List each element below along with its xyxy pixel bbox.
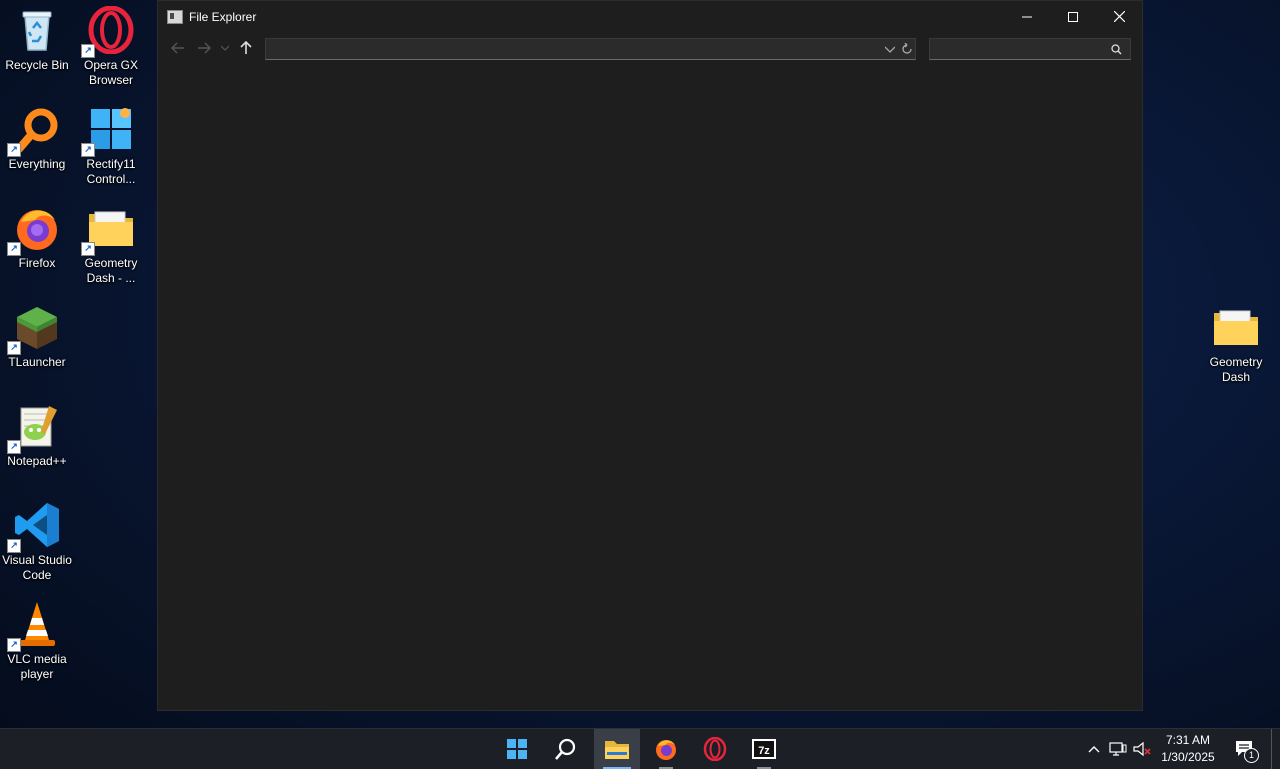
notepad-plus-plus-icon: ↗: [7, 402, 61, 454]
minecraft-grass-block-icon: ↗: [7, 303, 61, 355]
opera-gx-icon: ↗: [81, 5, 135, 58]
opera-gx-icon: [703, 737, 727, 761]
file-list-area[interactable]: [158, 65, 1142, 710]
7zip-label: 7z: [758, 745, 770, 757]
maximize-button[interactable]: [1050, 1, 1096, 32]
windows-logo-icon: ↗: [81, 105, 135, 157]
shortcut-arrow-icon: ↗: [7, 341, 21, 355]
chevron-up-icon: [1088, 746, 1100, 753]
start-button[interactable]: [494, 729, 540, 769]
back-button[interactable]: [165, 36, 191, 60]
arrow-up-icon: [240, 41, 252, 54]
desktop-icon-label: Everything: [8, 157, 66, 171]
title-bar[interactable]: File Explorer: [158, 1, 1142, 32]
taskbar-clock[interactable]: 7:31 AM 1/30/2025: [1157, 732, 1219, 766]
chevron-down-icon[interactable]: [885, 46, 895, 53]
desktop-icon-vscode[interactable]: ↗ Visual Studio Code: [0, 501, 74, 583]
desktop-icon-label: TLauncher: [8, 355, 66, 369]
notification-center-button[interactable]: 1: [1230, 729, 1260, 769]
file-explorer-app-icon: [167, 9, 183, 24]
everything-search-icon: ↗: [7, 105, 61, 157]
close-icon: [1113, 11, 1125, 22]
desktop-icon-tlauncher[interactable]: ↗ TLauncher: [0, 303, 74, 370]
desktop-icon-geometry-dash-folder[interactable]: Geometry Dash: [1199, 303, 1273, 385]
shortcut-arrow-icon: ↗: [7, 242, 21, 256]
address-bar[interactable]: [265, 38, 916, 60]
taskbar-search-button[interactable]: [543, 729, 589, 769]
show-desktop-button[interactable]: [1271, 729, 1280, 769]
file-explorer-window[interactable]: File Explorer: [157, 0, 1143, 711]
volume-button[interactable]: [1130, 729, 1154, 769]
chevron-down-icon: [221, 45, 229, 51]
desktop-icon-label: Recycle Bin: [5, 58, 69, 72]
desktop-icon-recycle-bin[interactable]: Recycle Bin: [0, 6, 74, 73]
network-icon: [1109, 742, 1127, 756]
window-controls: [1004, 1, 1142, 32]
desktop-icon-opera-gx[interactable]: ↗ Opera GX Browser: [74, 5, 148, 88]
desktop-icon-everything[interactable]: ↗ Everything: [0, 105, 74, 172]
desktop-icon-notepadpp[interactable]: ↗ Notepad++: [0, 402, 74, 469]
close-button[interactable]: [1096, 1, 1142, 32]
recent-locations-button[interactable]: [217, 36, 233, 60]
taskbar-file-explorer-button[interactable]: [594, 729, 640, 769]
desktop-icon-label: Firefox: [18, 256, 56, 270]
forward-button[interactable]: [191, 36, 217, 60]
taskbar-firefox-button[interactable]: [643, 729, 689, 769]
window-title: File Explorer: [189, 9, 257, 24]
shortcut-arrow-icon: ↗: [81, 44, 95, 58]
7zip-icon: 7z: [752, 739, 776, 759]
desktop-icon-label: Opera GX Browser: [83, 58, 139, 87]
search-icon: [1111, 44, 1122, 55]
shortcut-arrow-icon: ↗: [7, 440, 21, 454]
refresh-icon[interactable]: [901, 43, 913, 55]
recycle-bin-icon: [13, 6, 61, 54]
search-box[interactable]: [929, 38, 1131, 60]
desktop-icon-rectify11[interactable]: ↗ Rectify11 Control...: [74, 105, 148, 187]
shortcut-arrow-icon: ↗: [81, 143, 95, 157]
clock-time: 7:31 AM: [1165, 733, 1211, 747]
show-hidden-icons-button[interactable]: [1083, 729, 1105, 769]
clock-date: 1/30/2025: [1161, 750, 1215, 764]
maximize-icon: [1068, 11, 1078, 22]
volume-muted-icon: [1133, 741, 1151, 757]
desktop-icon-label: Rectify11 Control...: [86, 157, 136, 186]
desktop-icon-label: Geometry Dash - ...: [84, 256, 138, 285]
folder-icon: [1212, 303, 1260, 351]
windows-start-icon: [507, 739, 527, 759]
minimize-button[interactable]: [1004, 1, 1050, 32]
vscode-icon: ↗: [7, 501, 61, 553]
arrow-left-icon: [171, 42, 184, 54]
search-icon: [555, 738, 576, 760]
desktop-icon-label: Notepad++: [7, 454, 67, 468]
taskbar-7zip-button[interactable]: 7z: [741, 729, 787, 769]
folder-icon: [605, 741, 629, 759]
notification-count-badge: 1: [1244, 748, 1259, 763]
taskbar: 7z 7:31 AM 1/30/2025 1: [0, 728, 1280, 769]
desktop-icon-label: Visual Studio Code: [2, 553, 72, 582]
folder-icon: ↗: [81, 204, 135, 256]
desktop-icon-label: VLC media player: [7, 652, 67, 681]
desktop-icon-vlc[interactable]: ↗ VLC media player: [0, 600, 74, 682]
desktop-icon-label: Geometry Dash: [1209, 355, 1263, 384]
firefox-icon: ↗: [7, 204, 61, 256]
taskbar-opera-gx-button[interactable]: [692, 729, 738, 769]
network-status-button[interactable]: [1106, 729, 1130, 769]
shortcut-arrow-icon: ↗: [7, 143, 21, 157]
shortcut-arrow-icon: ↗: [7, 638, 21, 652]
minimize-icon: [1022, 16, 1032, 17]
up-button[interactable]: [233, 36, 259, 60]
firefox-icon: [656, 740, 676, 760]
desktop-icon-geometry-dash-shortcut[interactable]: ↗ Geometry Dash - ...: [74, 204, 148, 286]
vlc-cone-icon: ↗: [7, 600, 61, 652]
arrow-right-icon: [198, 42, 211, 54]
desktop-icon-firefox[interactable]: ↗ Firefox: [0, 204, 74, 271]
shortcut-arrow-icon: ↗: [81, 242, 95, 256]
shortcut-arrow-icon: ↗: [7, 539, 21, 553]
